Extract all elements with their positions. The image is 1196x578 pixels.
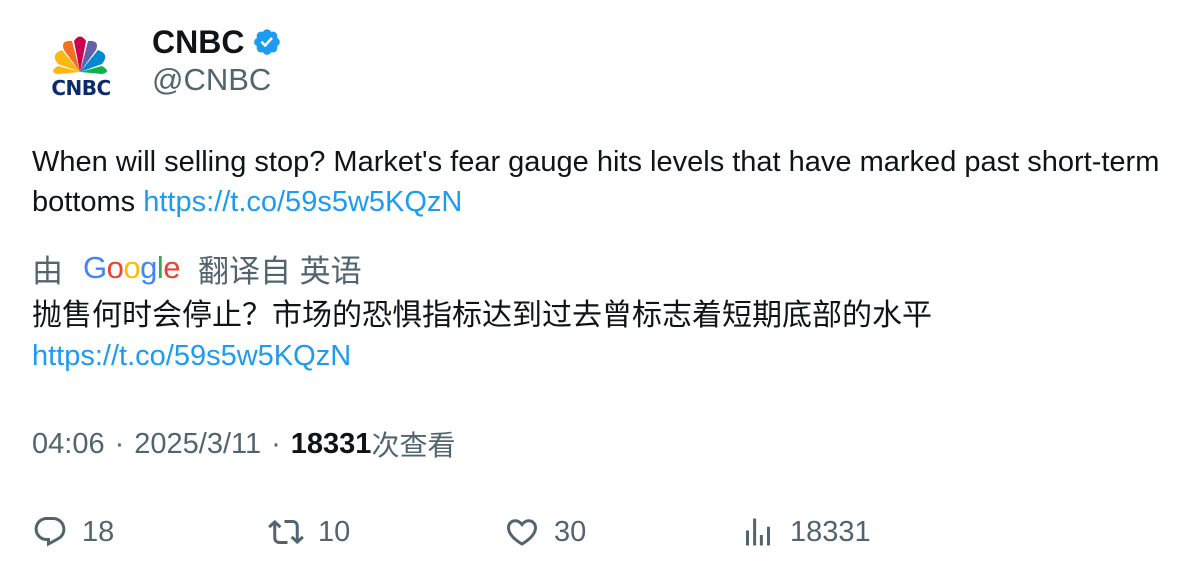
avatar[interactable]: CNBC: [30, 24, 130, 124]
retweet-button[interactable]: 10: [268, 510, 350, 554]
translation-suffix: 翻译自 英语: [198, 253, 362, 289]
like-icon: [506, 519, 538, 546]
tweet-meta: 04:06 · 2025/3/11 · 18331 次查看: [32, 424, 455, 464]
views-label: 次查看: [371, 429, 456, 462]
translation-prefix: 由: [32, 253, 63, 289]
translated-link[interactable]: https://t.co/59s5w5KQzN: [32, 336, 1172, 376]
translation-attribution: 由 Google 翻译自 英语: [32, 248, 362, 289]
reply-button[interactable]: 18: [32, 510, 114, 554]
cnbc-peacock-logo-icon: [53, 36, 107, 74]
views-icon: [746, 518, 770, 546]
author-name-row[interactable]: CNBC: [152, 22, 282, 62]
tweet-text: When will selling stop? Market's fear ga…: [32, 142, 1172, 222]
tweet-link[interactable]: https://t.co/59s5w5KQzN: [143, 186, 462, 218]
reply-icon: [34, 517, 66, 547]
avatar-wordmark: CNBC: [51, 76, 111, 100]
like-count: 30: [554, 515, 587, 548]
author-handle[interactable]: @CNBC: [152, 62, 271, 98]
reply-count: 18: [82, 515, 115, 548]
google-logo-icon: Google: [83, 250, 181, 285]
views-action-count: 18331: [790, 515, 871, 548]
meta-separator: ·: [271, 427, 281, 460]
views-count: 18331: [290, 427, 372, 460]
verified-badge-icon: [254, 29, 281, 55]
views-button[interactable]: 18331: [740, 510, 871, 554]
tweet-time[interactable]: 04:06: [32, 428, 105, 461]
translated-text: 抛售何时会停止？市场的恐惧指标达到过去曾标志着短期底部的水平 https://t…: [32, 296, 1172, 376]
retweet-icon: [268, 519, 304, 545]
tweet-date[interactable]: 2025/3/11: [134, 428, 261, 461]
retweet-count: 10: [318, 515, 351, 548]
meta-separator: ·: [114, 427, 125, 460]
like-button[interactable]: 30: [504, 510, 586, 554]
translated-body: 抛售何时会停止？市场的恐惧指标达到过去曾标志着短期底部的水平: [32, 298, 932, 333]
author-display-name[interactable]: CNBC: [152, 24, 244, 61]
